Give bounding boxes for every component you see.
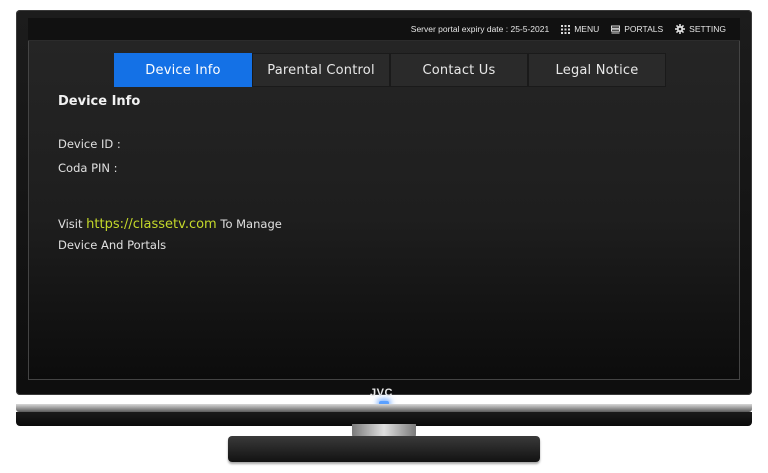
portals-button[interactable]: PORTALS [611, 24, 663, 34]
visit-suffix: To Manage [220, 217, 282, 231]
setting-label: SETTING [689, 24, 726, 34]
visit-line-2: Device And Portals [58, 238, 167, 252]
expiry-date-text: Server portal expiry date : 25-5-2021 [410, 24, 550, 34]
portals-icon [611, 25, 621, 33]
device-id-label: Device ID : [58, 137, 121, 151]
visit-prefix: Visit [58, 217, 83, 231]
grid-icon [561, 24, 571, 34]
coda-pin-label: Coda PIN : [58, 161, 118, 175]
gear-icon [675, 24, 686, 34]
tab-legal-notice[interactable]: Legal Notice [528, 53, 666, 87]
tv-chrome-bar [16, 404, 752, 412]
tv-stand-base [228, 436, 540, 462]
top-status-bar: Server portal expiry date : 25-5-2021 ME… [28, 18, 740, 41]
website-link[interactable]: https://classetv.com [86, 217, 217, 232]
tv-screen: Server portal expiry date : 25-5-2021 ME… [28, 18, 740, 380]
menu-label: MENU [574, 24, 600, 34]
tab-bar: Device Info Parental Control Contact Us … [114, 53, 666, 87]
menu-button[interactable]: MENU [561, 24, 599, 34]
visit-instructions: Visit https://classetv.com To Manage Dev… [58, 214, 358, 255]
section-title: Device Info [58, 94, 141, 109]
portals-label: PORTALS [624, 24, 664, 34]
tv-brand-logo: JVC [370, 387, 393, 399]
tab-device-info[interactable]: Device Info [114, 53, 252, 87]
setting-button[interactable]: SETTING [675, 24, 726, 34]
tab-parental-control[interactable]: Parental Control [252, 53, 390, 87]
tab-contact-us[interactable]: Contact Us [390, 53, 528, 87]
